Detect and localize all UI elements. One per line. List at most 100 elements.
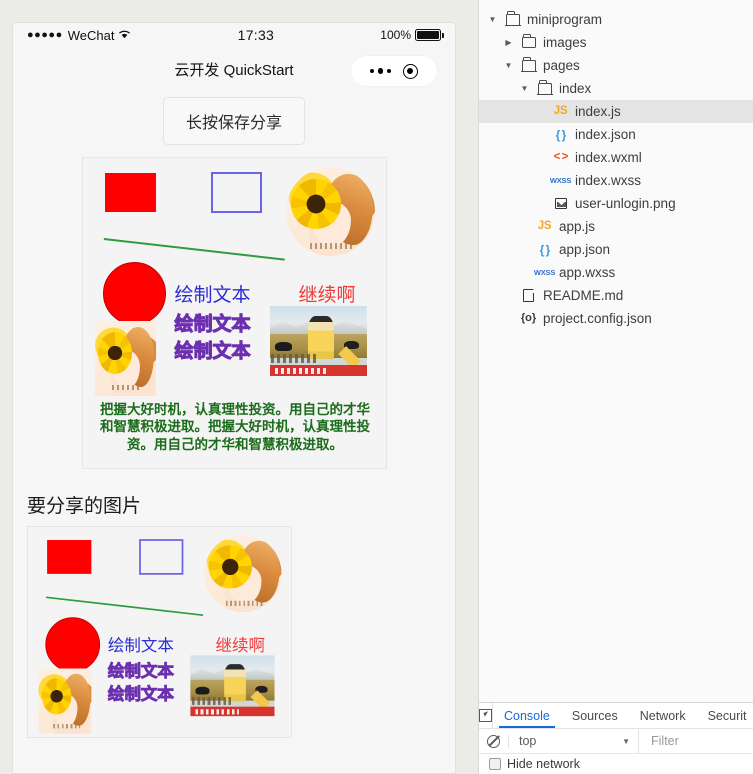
canvas-text-purple-1: 绘制文本 [174, 314, 251, 336]
file-tree-row[interactable]: JS index.js [479, 100, 753, 123]
devtools-tab[interactable]: Securit [697, 703, 753, 728]
canvas-stroked-rect [210, 172, 262, 213]
shared-text-blue: 绘制文本 [107, 637, 174, 656]
devtools-window: ●●●●● WeChat 17:33 100% 云开发 QuickStart 长… [0, 0, 753, 774]
page-body: 长按保存分享 绘制文本 继续啊 绘制文本 绘制文本 把握大好时机，认真理性投资。… [13, 97, 455, 738]
console-filter-input[interactable]: Filter [639, 734, 679, 748]
file-tree-label: index [559, 81, 592, 96]
inspect-element-icon[interactable] [479, 703, 493, 728]
sunflower-girl-image [285, 167, 375, 256]
shared-sunflower-girl-image [204, 534, 282, 613]
hide-network-checkbox[interactable] [489, 758, 501, 770]
chevron-right-icon[interactable]: ▶ [503, 38, 514, 47]
file-tree[interactable]: ▼ miniprogram ▶ images ▼ pages ▼ index JS index.j… [479, 0, 753, 702]
file-tree-label: images [543, 35, 587, 50]
file-tree-label: app.js [559, 219, 596, 234]
json-file-icon: { } [539, 242, 551, 257]
status-right: 100% [380, 28, 444, 42]
shared-circle [45, 617, 101, 672]
travel-model-image [269, 306, 367, 376]
file-tree-row[interactable]: user-unlogin.png [479, 192, 753, 215]
shared-stroked-rect [139, 539, 184, 575]
canvas-green-line [103, 238, 285, 261]
phone-nav-bar: 云开发 QuickStart [13, 47, 455, 91]
shared-text-purple-2: 绘制文本 [107, 685, 174, 705]
more-dots-icon[interactable] [370, 68, 391, 74]
file-tree-label: miniprogram [527, 12, 603, 27]
battery-icon [415, 29, 444, 41]
file-tree-row[interactable]: { } index.json [479, 123, 753, 146]
save-share-button[interactable]: 长按保存分享 [162, 97, 305, 145]
chevron-down-icon[interactable]: ▼ [503, 61, 514, 70]
json-file-icon: { } [555, 127, 567, 142]
file-tree-row[interactable]: WXSS index.wxss [479, 169, 753, 192]
js-file-icon: JS [537, 219, 552, 232]
canvas-preview[interactable]: 绘制文本 继续啊 绘制文本 绘制文本 把握大好时机，认真理性投资。用自己的才华和… [81, 157, 387, 469]
phone-status-bar: ●●●●● WeChat 17:33 100% [13, 23, 455, 47]
file-tree-row[interactable]: ▶ images [479, 31, 753, 54]
canvas-filled-rect [104, 173, 156, 212]
shared-green-line [46, 596, 204, 617]
devtools-tab[interactable]: Sources [561, 703, 629, 728]
file-tree-row[interactable]: ▼ pages [479, 54, 753, 77]
file-tree-label: app.wxss [559, 265, 616, 280]
file-tree-label: index.wxml [575, 150, 642, 165]
signal-dots-icon: ●●●●● [27, 28, 63, 41]
file-tree-label: pages [543, 58, 580, 73]
console-filter-bar: top ▼ Filter [479, 729, 753, 754]
console-context-select[interactable]: top ▼ [509, 729, 639, 753]
devtools-bottom-panel: Console Sources Network Securit top ▼ Filte… [479, 702, 753, 774]
devtools-tab[interactable]: Console [493, 703, 561, 728]
clear-console-icon[interactable] [479, 734, 509, 748]
file-tree-label: index.json [575, 127, 636, 142]
file-tree-row[interactable]: { } app.json [479, 238, 753, 261]
status-time: 17:33 [237, 27, 275, 43]
chevron-down-icon[interactable]: ▼ [487, 15, 498, 24]
shared-travel-model-image [190, 655, 275, 717]
save-button-wrap: 长按保存分享 [13, 97, 455, 145]
wifi-icon [118, 28, 131, 42]
carrier-label: WeChat [67, 27, 115, 43]
file-tree-row[interactable]: ▼ index [479, 77, 753, 100]
file-tree-label: user-unlogin.png [575, 196, 676, 211]
file-tree-row[interactable]: {o} project.config.json [479, 307, 753, 330]
file-tree-row[interactable]: JS app.js [479, 215, 753, 238]
simulator-pane: ●●●●● WeChat 17:33 100% 云开发 QuickStart 长… [0, 0, 478, 774]
section-title: 要分享的图片 [27, 496, 142, 517]
wxml-file-icon: < > [553, 150, 569, 163]
config-file-icon: {o} [520, 312, 537, 324]
file-tree-row[interactable]: README.md [479, 284, 753, 307]
folder-open-icon [536, 80, 553, 96]
hide-network-label: Hide network [507, 757, 580, 771]
shared-sunflower-girl-image-small [38, 668, 92, 734]
shared-text-purple-1: 绘制文本 [107, 662, 174, 681]
canvas-text-blue: 绘制文本 [174, 285, 251, 306]
file-tree-row[interactable]: WXSS app.wxss [479, 261, 753, 284]
canvas-text-red: 继续啊 [298, 285, 356, 306]
shared-image-preview[interactable]: 绘制文本 继续啊 绘制文本 绘制文本 把握大好时机 [27, 526, 292, 738]
image-file-icon [552, 198, 569, 209]
chevron-down-icon: ▼ [622, 736, 630, 746]
sunflower-girl-image-small [94, 321, 156, 396]
file-tree-label: index.js [575, 104, 621, 119]
devtools-tab[interactable]: Network [629, 703, 697, 728]
status-left: ●●●●● WeChat [27, 28, 131, 43]
file-tree-label: project.config.json [543, 311, 652, 326]
target-circle-icon[interactable] [402, 63, 418, 79]
file-tree-row[interactable]: ▼ miniprogram [479, 8, 753, 31]
canvas-text-purple-2: 绘制文本 [174, 341, 251, 363]
canvas-paragraph: 把握大好时机，认真理性投资。用自己的才华和智慧积极进取。把握大好时机，认真理性投… [100, 402, 370, 452]
file-tree-label: README.md [543, 288, 624, 303]
file-tree-row[interactable]: < > index.wxml [479, 146, 753, 169]
capsule-menu[interactable] [351, 56, 437, 86]
devtools-pane: ▼ miniprogram ▶ images ▼ pages ▼ index JS index.j… [478, 0, 753, 774]
shared-text-red: 继续啊 [215, 637, 265, 656]
folder-open-icon [504, 11, 521, 27]
file-tree-label: index.wxss [575, 173, 642, 188]
shared-filled-rect [47, 540, 92, 574]
hide-network-row[interactable]: Hide network [479, 754, 753, 774]
canvas-circle [102, 262, 166, 325]
markdown-file-icon [520, 288, 537, 302]
file-tree-label: app.json [559, 242, 611, 257]
chevron-down-icon[interactable]: ▼ [519, 84, 530, 93]
